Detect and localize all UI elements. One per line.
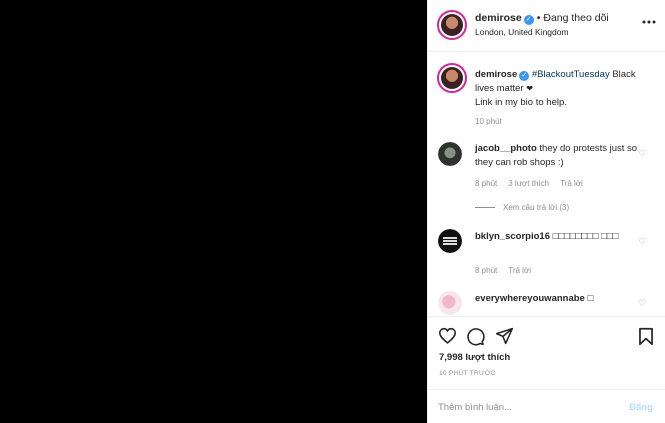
reply-button[interactable]: Trả lời [508, 266, 531, 275]
hashtag-link[interactable]: #BlackoutTuesday [532, 69, 610, 80]
comment-text: jacob__photo they do protests just so th… [475, 142, 640, 170]
like-heart-icon[interactable] [438, 327, 457, 349]
view-replies-label[interactable]: Xem câu trả lời (3) [503, 203, 569, 212]
separator-dot: • [536, 12, 541, 24]
likes-count[interactable]: 7,998 lượt thích [439, 352, 510, 363]
comment-body: □□□□□□□□ □□□ [549, 231, 619, 242]
caption-username[interactable]: demirose [475, 69, 517, 80]
verified-badge-icon: ✓ [519, 71, 530, 81]
post-timestamp: 10 PHÚT TRƯỚC [439, 370, 496, 377]
comment-meta: 8 phút 3 lượt thích Trả lời [475, 179, 594, 188]
add-comment-bar: Đăng [428, 389, 665, 423]
comment-time: 8 phút [475, 266, 498, 275]
commenter-avatar[interactable] [438, 291, 462, 315]
comment-body: □ [584, 293, 594, 304]
author-avatar[interactable] [437, 10, 467, 40]
view-replies-button[interactable]: Xem câu trả lời (3) [475, 203, 569, 212]
comments-list[interactable]: demirose ✓ #BlackoutTuesday Black lives m… [428, 53, 665, 316]
comment-likes[interactable]: 3 lượt thích [508, 179, 549, 188]
author-line: demirose ✓ • Đang theo dõi [475, 12, 609, 25]
post-image[interactable] [0, 0, 427, 423]
post-comment-button[interactable]: Đăng [629, 402, 653, 413]
more-options-icon[interactable] [642, 14, 656, 24]
save-bookmark-icon[interactable] [638, 327, 654, 351]
post-side-panel: demirose ✓ • Đang theo dõi London, United K… [427, 0, 665, 423]
caption-time: 10 phút [475, 117, 502, 126]
heart-emoji: ❤ [526, 84, 533, 93]
share-send-icon[interactable] [495, 327, 514, 350]
like-comment-heart-icon[interactable]: ♡ [638, 236, 646, 247]
author-username[interactable]: demirose [475, 12, 522, 24]
verified-badge-icon: ✓ [523, 15, 534, 25]
caption-body-line2: Link in my bio to help. [475, 97, 567, 108]
post-location[interactable]: London, United Kingdom [475, 27, 569, 37]
comment-text: everywhereyouwannabe □ [475, 292, 650, 306]
caption-text: demirose ✓ #BlackoutTuesday Black lives m… [475, 68, 645, 110]
comment-username[interactable]: everywhereyouwannabe [475, 293, 585, 304]
add-comment-input[interactable] [438, 399, 608, 415]
commenter-avatar[interactable] [438, 229, 462, 253]
comment-username[interactable]: jacob__photo [475, 143, 537, 154]
comment-meta: 8 phút Trả lời [475, 266, 542, 275]
follow-status-button[interactable]: Đang theo dõi [543, 12, 608, 24]
commenter-avatar[interactable] [438, 142, 462, 166]
like-comment-heart-icon[interactable]: ♡ [638, 298, 646, 309]
post-actions-bar [428, 316, 665, 346]
comment-time: 8 phút [475, 179, 498, 188]
comment-username[interactable]: bklyn_scorpio16 [475, 231, 550, 242]
instagram-post-modal: demirose ✓ • Đang theo dõi London, United K… [0, 0, 665, 423]
reply-button[interactable]: Trả lời [560, 179, 583, 188]
replies-divider [475, 207, 495, 209]
caption-author-avatar[interactable] [437, 63, 467, 93]
like-comment-heart-icon[interactable]: ♡ [638, 148, 646, 159]
post-header: demirose ✓ • Đang theo dõi London, United K… [428, 0, 665, 52]
comment-bubble-icon[interactable] [466, 327, 485, 351]
comment-text: bklyn_scorpio16 □□□□□□□□ □□□ [475, 230, 640, 244]
